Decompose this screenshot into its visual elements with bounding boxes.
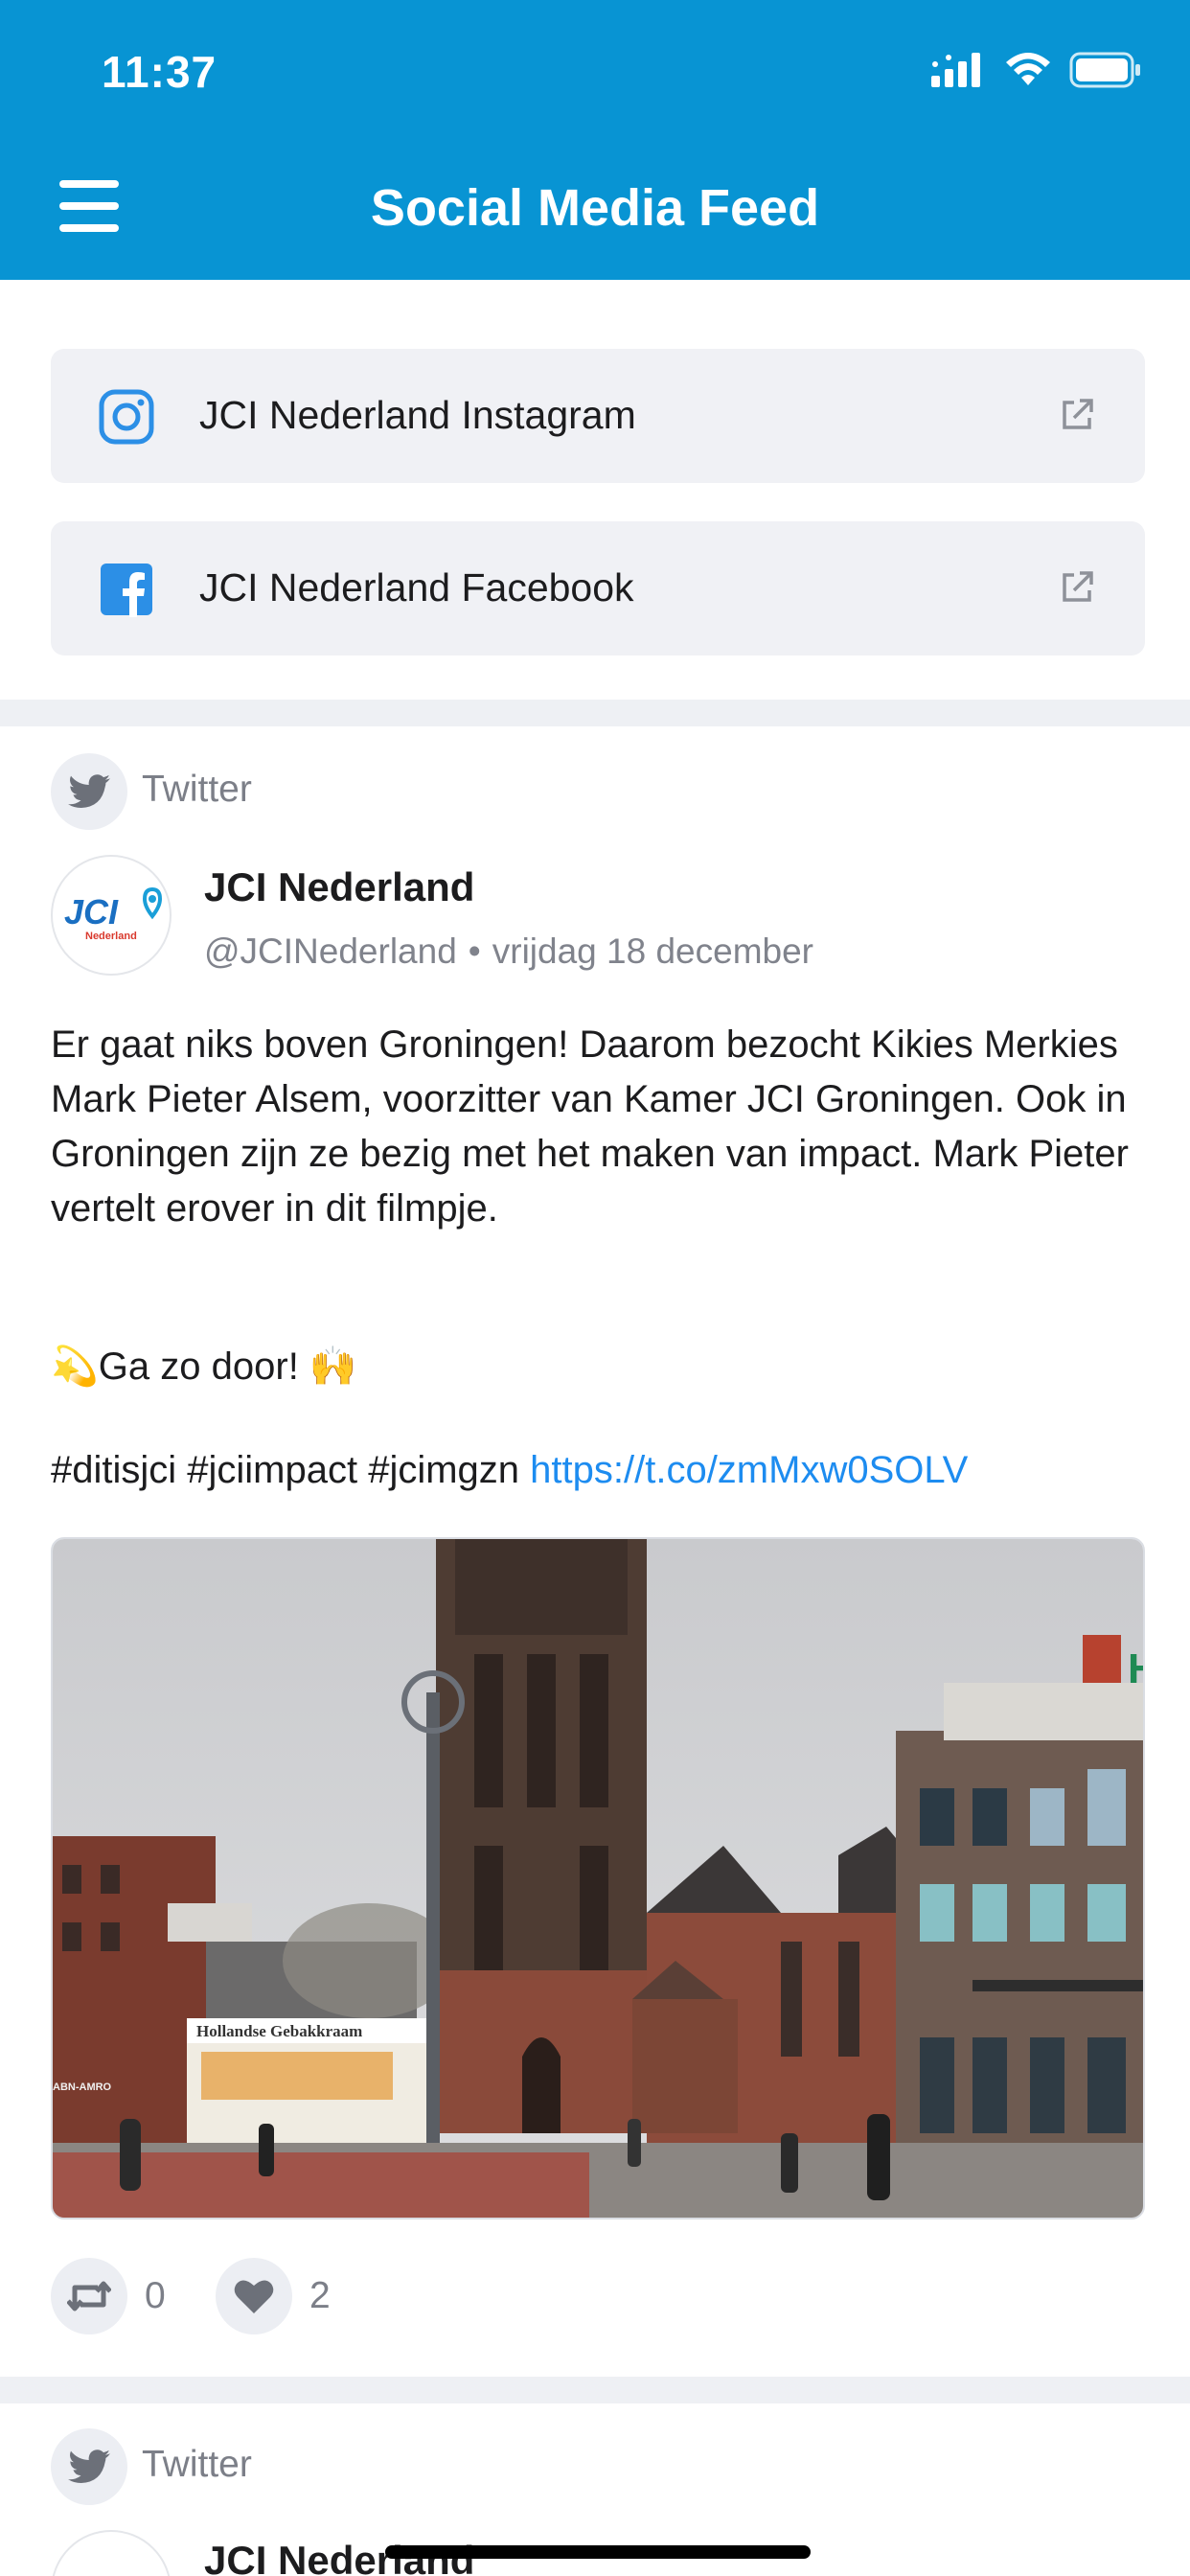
post-hashtags: #ditisjci #jciimpact #jcimgzn https://t.… bbox=[51, 1449, 968, 1492]
home-indicator bbox=[385, 2545, 811, 2559]
twitter-icon bbox=[68, 774, 110, 808]
post-source-label: Twitter bbox=[142, 769, 252, 810]
post-link[interactable]: https://t.co/zmMxw0SOLV bbox=[530, 1449, 968, 1491]
post-handle: @JCINederland bbox=[204, 932, 457, 971]
retweet-icon bbox=[67, 2281, 111, 2312]
avatar[interactable] bbox=[51, 2530, 172, 2576]
wifi-icon bbox=[1006, 53, 1050, 85]
post-cheer: 💫Ga zo door! 🙌 bbox=[51, 1346, 357, 1388]
post-source-label: Twitter bbox=[142, 2444, 252, 2485]
retweet-button[interactable]: 0 bbox=[51, 2258, 166, 2334]
section-divider bbox=[0, 700, 1190, 726]
post-text: Er gaat niks boven Groningen! Daarom bez… bbox=[51, 1024, 1129, 1230]
post-author[interactable]: JCI Nederland bbox=[204, 864, 474, 910]
post-meta: @JCINederland • vrijdag 18 december bbox=[204, 932, 814, 971]
twitter-badge bbox=[51, 753, 127, 830]
retweet-count: 0 bbox=[145, 2275, 166, 2316]
external-link-icon bbox=[1063, 399, 1093, 429]
like-button[interactable]: 2 bbox=[216, 2258, 331, 2334]
instagram-icon bbox=[99, 389, 154, 445]
avatar-logo-subtext: Nederland bbox=[85, 931, 137, 942]
instagram-link-label: JCI Nederland Instagram bbox=[199, 393, 636, 437]
page-title: Social Media Feed bbox=[370, 179, 820, 237]
post-image[interactable]: HO Hollandse Gebakkraam ABN-AMRO bbox=[51, 1537, 1145, 2220]
like-count: 2 bbox=[309, 2275, 331, 2316]
app-bar: 11:37 Social Media Feed bbox=[0, 0, 1190, 280]
facebook-icon bbox=[101, 564, 152, 617]
instagram-link-card[interactable]: JCI Nederland Instagram bbox=[51, 349, 1145, 483]
bakery-sign: Hollandse Gebakkraam bbox=[196, 2022, 362, 2040]
feed-post: Twitter JCI Nederland JCI Nederland @JCI… bbox=[0, 726, 1190, 2377]
heart-icon bbox=[234, 2280, 274, 2313]
external-link-icon bbox=[1063, 571, 1093, 602]
status-time: 11:37 bbox=[102, 47, 217, 97]
section-divider bbox=[0, 2377, 1190, 2404]
twitter-badge bbox=[51, 2428, 127, 2505]
post-date: vrijdag 18 december bbox=[492, 932, 814, 971]
cellular-signal-icon bbox=[931, 53, 980, 87]
hotel-sign: HO bbox=[1128, 1645, 1145, 1692]
status-icons bbox=[931, 52, 1142, 88]
facebook-link-card[interactable]: JCI Nederland Facebook bbox=[51, 521, 1145, 656]
twitter-icon bbox=[68, 2450, 110, 2483]
avatar[interactable]: JCI Nederland bbox=[51, 855, 172, 976]
battery-icon bbox=[1069, 52, 1140, 88]
bank-sign: ABN-AMRO bbox=[53, 2082, 112, 2093]
post-hashtag-text: #ditisjci #jciimpact #jcimgzn bbox=[51, 1449, 531, 1491]
avatar-logo-text: JCI bbox=[64, 892, 119, 932]
facebook-link-label: JCI Nederland Facebook bbox=[199, 565, 634, 610]
